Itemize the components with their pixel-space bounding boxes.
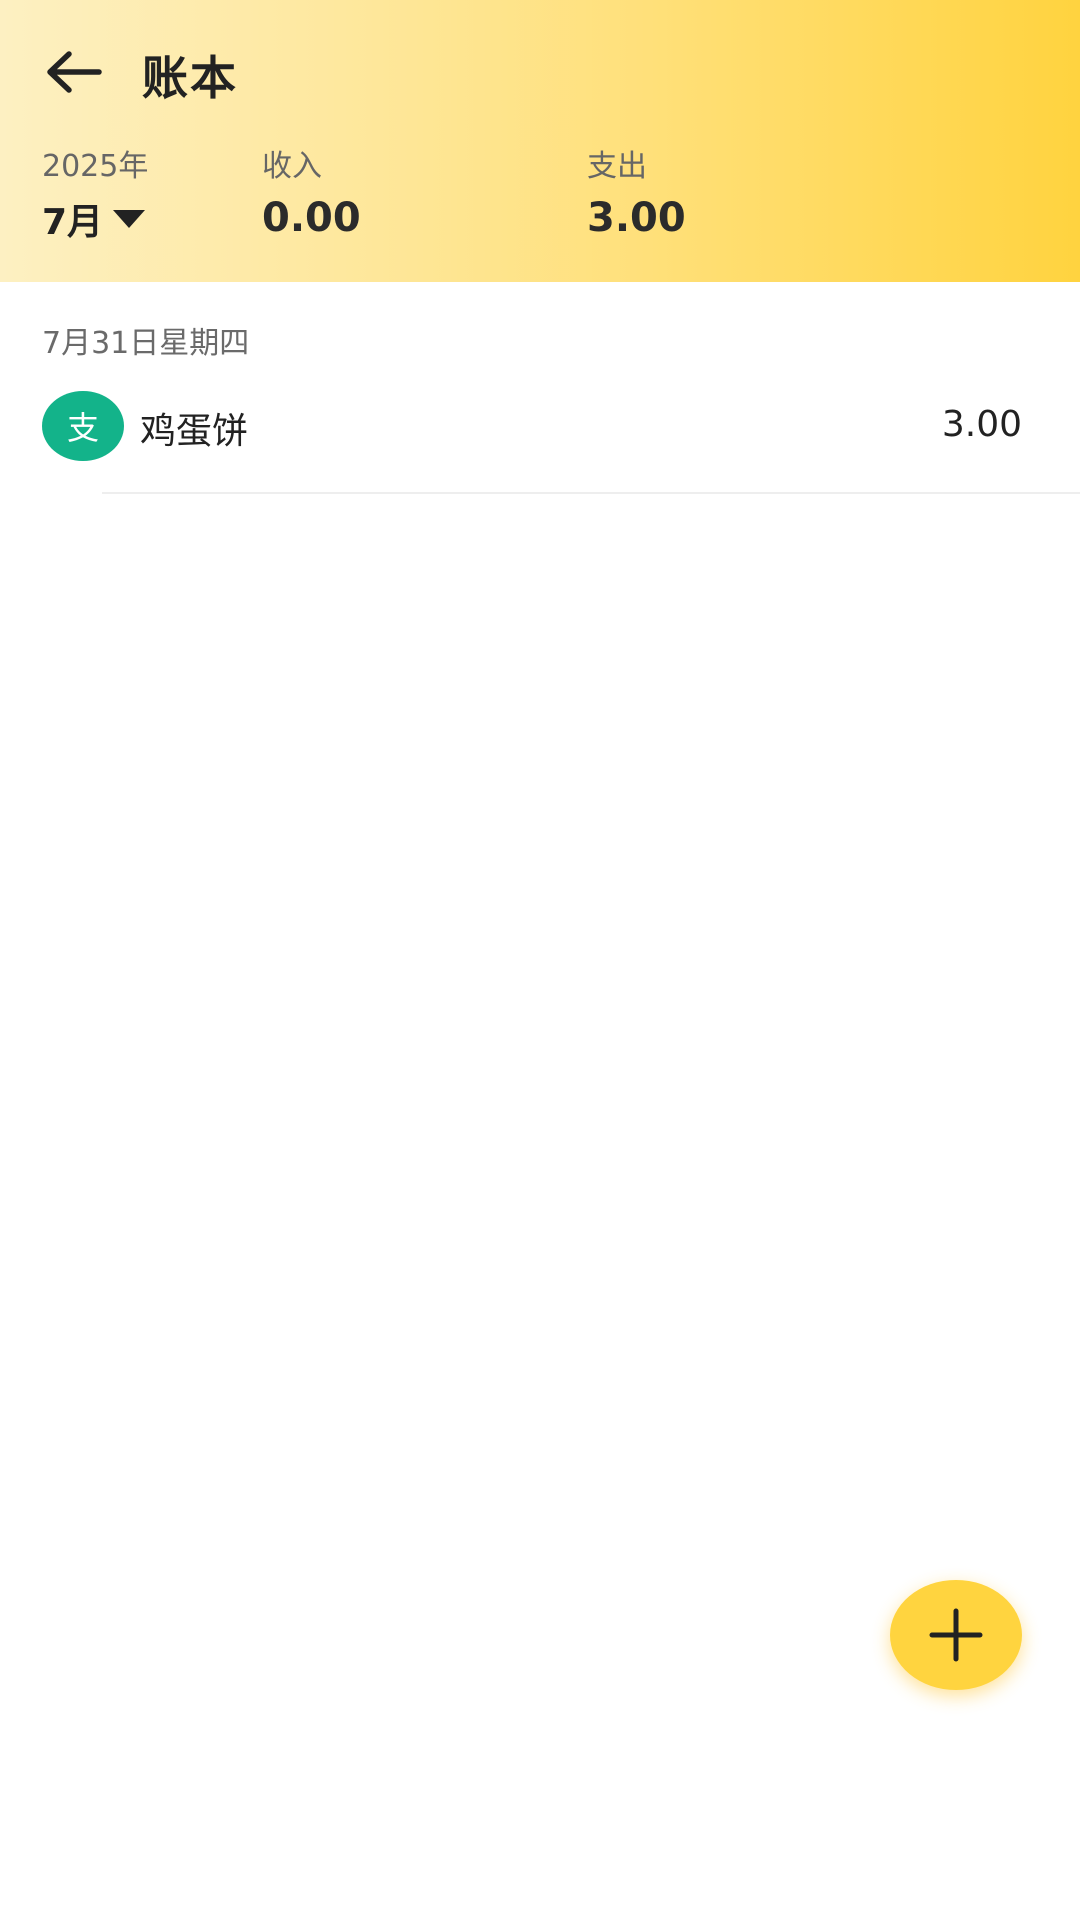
header: 账本 2025年 7月 收入 0.00 支出 3.00	[0, 0, 1080, 282]
entry-name: 鸡蛋饼	[140, 411, 249, 452]
month-summary: 2025年 7月 收入 0.00 支出 3.00	[0, 145, 1080, 265]
category-badge-label: 支	[66, 409, 99, 447]
month-picker[interactable]: 2025年 7月	[42, 145, 148, 245]
income-summary: 收入 0.00	[262, 145, 361, 241]
expense-summary: 支出 3.00	[587, 145, 686, 241]
month-label: 7月	[42, 202, 104, 243]
income-value: 0.00	[262, 195, 361, 241]
page-title: 账本	[142, 51, 238, 105]
year-label: 2025年	[42, 149, 149, 184]
arrow-left-icon	[47, 51, 102, 93]
expense-value: 3.00	[587, 195, 686, 241]
divider	[102, 492, 1080, 494]
back-button[interactable]	[40, 38, 108, 106]
list-item[interactable]: 支 鸡蛋饼 3.00	[0, 382, 1080, 492]
top-app-bar: 账本	[0, 0, 1080, 140]
plus-icon	[929, 1608, 983, 1662]
month-row: 7月	[42, 193, 148, 245]
expense-label: 支出	[587, 149, 647, 184]
caret-down-icon	[113, 210, 146, 228]
date-header: 7月31日星期四	[42, 326, 250, 361]
category-badge: 支	[42, 391, 124, 461]
entry-amount: 3.00	[941, 404, 1022, 445]
add-entry-button[interactable]	[890, 1580, 1022, 1690]
income-label: 收入	[262, 149, 322, 184]
